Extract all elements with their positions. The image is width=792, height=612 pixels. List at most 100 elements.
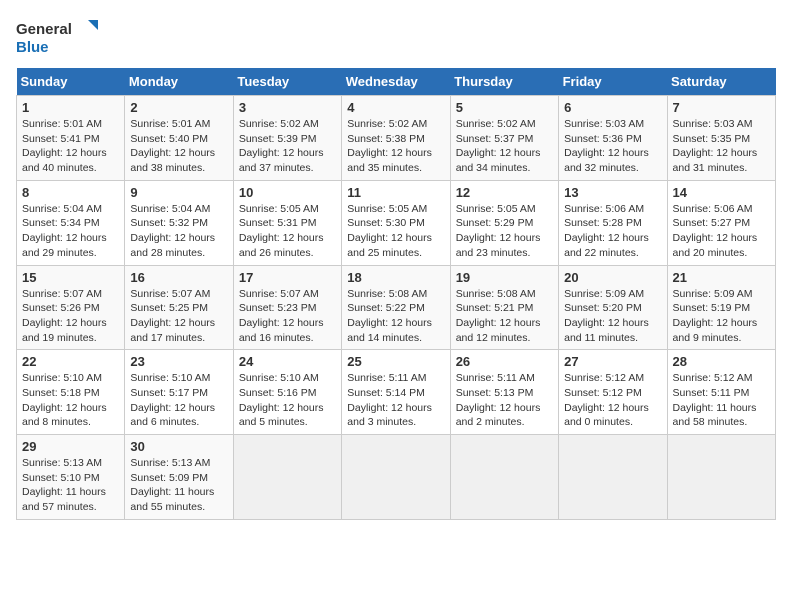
svg-text:Blue: Blue bbox=[16, 39, 49, 56]
logo-svg: General Blue bbox=[16, 16, 106, 58]
day-number: 15 bbox=[22, 270, 119, 285]
calendar-cell: 21Sunrise: 5:09 AMSunset: 5:19 PMDayligh… bbox=[667, 265, 775, 350]
calendar-cell: 24 Sunrise: 5:10 AMSunset: 5:16 PMDayligh… bbox=[233, 350, 341, 435]
calendar-cell: 13 Sunrise: 5:06 AMSunset: 5:28 PMDayligh… bbox=[559, 180, 667, 265]
col-header-monday: Monday bbox=[125, 68, 233, 96]
calendar-cell: 15 Sunrise: 5:07 AMSunset: 5:26 PMDayligh… bbox=[17, 265, 125, 350]
day-number: 4 bbox=[347, 100, 444, 115]
week-row-1: 1 Sunrise: 5:01 AMSunset: 5:41 PMDaylight… bbox=[17, 96, 776, 181]
svg-text:General: General bbox=[16, 21, 72, 38]
calendar-cell: 10 Sunrise: 5:05 AMSunset: 5:31 PMDayligh… bbox=[233, 180, 341, 265]
day-detail: Sunrise: 5:13 AMSunset: 5:10 PMDaylight:… bbox=[22, 457, 106, 513]
day-detail: Sunrise: 5:12 AMSunset: 5:12 PMDaylight:… bbox=[564, 372, 649, 428]
calendar-cell: 29 Sunrise: 5:13 AMSunset: 5:10 PMDayligh… bbox=[17, 435, 125, 520]
calendar-cell: 17 Sunrise: 5:07 AMSunset: 5:23 PMDayligh… bbox=[233, 265, 341, 350]
logo: General Blue bbox=[16, 16, 106, 58]
calendar-cell bbox=[342, 435, 450, 520]
day-number: 11 bbox=[347, 185, 444, 200]
day-detail: Sunrise: 5:13 AMSunset: 5:09 PMDaylight:… bbox=[130, 457, 214, 513]
day-number: 16 bbox=[130, 270, 227, 285]
day-number: 13 bbox=[564, 185, 661, 200]
day-detail: Sunrise: 5:06 AMSunset: 5:27 PMDaylight:… bbox=[673, 203, 758, 259]
day-number: 24 bbox=[239, 354, 336, 369]
calendar-cell: 5 Sunrise: 5:02 AMSunset: 5:37 PMDaylight… bbox=[450, 96, 558, 181]
day-detail: Sunrise: 5:04 AMSunset: 5:34 PMDaylight:… bbox=[22, 203, 107, 259]
day-detail: Sunrise: 5:06 AMSunset: 5:28 PMDaylight:… bbox=[564, 203, 649, 259]
calendar-cell: 3Sunrise: 5:02 AMSunset: 5:39 PMDaylight… bbox=[233, 96, 341, 181]
day-number: 25 bbox=[347, 354, 444, 369]
day-detail: Sunrise: 5:01 AMSunset: 5:40 PMDaylight:… bbox=[130, 118, 215, 174]
calendar-cell: 25 Sunrise: 5:11 AMSunset: 5:14 PMDayligh… bbox=[342, 350, 450, 435]
day-detail: Sunrise: 5:10 AMSunset: 5:17 PMDaylight:… bbox=[130, 372, 215, 428]
week-row-3: 15 Sunrise: 5:07 AMSunset: 5:26 PMDayligh… bbox=[17, 265, 776, 350]
calendar-cell: 8 Sunrise: 5:04 AMSunset: 5:34 PMDaylight… bbox=[17, 180, 125, 265]
calendar-cell: 19 Sunrise: 5:08 AMSunset: 5:21 PMDayligh… bbox=[450, 265, 558, 350]
day-detail: Sunrise: 5:10 AMSunset: 5:16 PMDaylight:… bbox=[239, 372, 324, 428]
calendar-table: SundayMondayTuesdayWednesdayThursdayFrid… bbox=[16, 68, 776, 520]
calendar-cell: 2 Sunrise: 5:01 AMSunset: 5:40 PMDaylight… bbox=[125, 96, 233, 181]
day-detail: Sunrise: 5:09 AMSunset: 5:19 PMDaylight:… bbox=[673, 288, 758, 344]
calendar-cell: 7 Sunrise: 5:03 AMSunset: 5:35 PMDaylight… bbox=[667, 96, 775, 181]
day-number: 22 bbox=[22, 354, 119, 369]
header-row: SundayMondayTuesdayWednesdayThursdayFrid… bbox=[17, 68, 776, 96]
day-detail: Sunrise: 5:07 AMSunset: 5:25 PMDaylight:… bbox=[130, 288, 215, 344]
calendar-cell bbox=[450, 435, 558, 520]
day-number: 2 bbox=[130, 100, 227, 115]
col-header-thursday: Thursday bbox=[450, 68, 558, 96]
calendar-cell bbox=[559, 435, 667, 520]
day-detail: Sunrise: 5:02 AMSunset: 5:38 PMDaylight:… bbox=[347, 118, 432, 174]
col-header-tuesday: Tuesday bbox=[233, 68, 341, 96]
col-header-sunday: Sunday bbox=[17, 68, 125, 96]
day-number: 1 bbox=[22, 100, 119, 115]
calendar-cell bbox=[233, 435, 341, 520]
day-number: 30 bbox=[130, 439, 227, 454]
day-detail: Sunrise: 5:07 AMSunset: 5:26 PMDaylight:… bbox=[22, 288, 107, 344]
col-header-friday: Friday bbox=[559, 68, 667, 96]
calendar-cell: 1 Sunrise: 5:01 AMSunset: 5:41 PMDaylight… bbox=[17, 96, 125, 181]
day-detail: Sunrise: 5:05 AMSunset: 5:29 PMDaylight:… bbox=[456, 203, 541, 259]
day-detail: Sunrise: 5:08 AMSunset: 5:22 PMDaylight:… bbox=[347, 288, 432, 344]
day-number: 8 bbox=[22, 185, 119, 200]
day-number: 9 bbox=[130, 185, 227, 200]
calendar-cell: 4 Sunrise: 5:02 AMSunset: 5:38 PMDaylight… bbox=[342, 96, 450, 181]
calendar-cell bbox=[667, 435, 775, 520]
calendar-cell: 14Sunrise: 5:06 AMSunset: 5:27 PMDayligh… bbox=[667, 180, 775, 265]
day-number: 20 bbox=[564, 270, 661, 285]
col-header-saturday: Saturday bbox=[667, 68, 775, 96]
calendar-cell: 9Sunrise: 5:04 AMSunset: 5:32 PMDaylight… bbox=[125, 180, 233, 265]
day-number: 17 bbox=[239, 270, 336, 285]
day-detail: Sunrise: 5:02 AMSunset: 5:39 PMDaylight:… bbox=[239, 118, 324, 174]
day-detail: Sunrise: 5:01 AMSunset: 5:41 PMDaylight:… bbox=[22, 118, 107, 174]
day-detail: Sunrise: 5:02 AMSunset: 5:37 PMDaylight:… bbox=[456, 118, 541, 174]
day-number: 5 bbox=[456, 100, 553, 115]
day-detail: Sunrise: 5:07 AMSunset: 5:23 PMDaylight:… bbox=[239, 288, 324, 344]
calendar-cell: 22 Sunrise: 5:10 AMSunset: 5:18 PMDayligh… bbox=[17, 350, 125, 435]
day-number: 28 bbox=[673, 354, 770, 369]
calendar-cell: 26 Sunrise: 5:11 AMSunset: 5:13 PMDayligh… bbox=[450, 350, 558, 435]
day-detail: Sunrise: 5:11 AMSunset: 5:13 PMDaylight:… bbox=[456, 372, 541, 428]
day-number: 19 bbox=[456, 270, 553, 285]
day-detail: Sunrise: 5:08 AMSunset: 5:21 PMDaylight:… bbox=[456, 288, 541, 344]
day-number: 27 bbox=[564, 354, 661, 369]
calendar-cell: 30 Sunrise: 5:13 AMSunset: 5:09 PMDayligh… bbox=[125, 435, 233, 520]
calendar-cell: 27 Sunrise: 5:12 AMSunset: 5:12 PMDayligh… bbox=[559, 350, 667, 435]
day-detail: Sunrise: 5:05 AMSunset: 5:30 PMDaylight:… bbox=[347, 203, 432, 259]
day-number: 26 bbox=[456, 354, 553, 369]
day-number: 29 bbox=[22, 439, 119, 454]
day-number: 23 bbox=[130, 354, 227, 369]
day-detail: Sunrise: 5:09 AMSunset: 5:20 PMDaylight:… bbox=[564, 288, 649, 344]
calendar-cell: 18Sunrise: 5:08 AMSunset: 5:22 PMDayligh… bbox=[342, 265, 450, 350]
day-number: 7 bbox=[673, 100, 770, 115]
day-detail: Sunrise: 5:05 AMSunset: 5:31 PMDaylight:… bbox=[239, 203, 324, 259]
day-number: 6 bbox=[564, 100, 661, 115]
day-detail: Sunrise: 5:03 AMSunset: 5:35 PMDaylight:… bbox=[673, 118, 758, 174]
week-row-4: 22 Sunrise: 5:10 AMSunset: 5:18 PMDayligh… bbox=[17, 350, 776, 435]
calendar-cell: 20 Sunrise: 5:09 AMSunset: 5:20 PMDayligh… bbox=[559, 265, 667, 350]
header: General Blue bbox=[16, 16, 776, 58]
day-number: 10 bbox=[239, 185, 336, 200]
day-detail: Sunrise: 5:10 AMSunset: 5:18 PMDaylight:… bbox=[22, 372, 107, 428]
day-detail: Sunrise: 5:11 AMSunset: 5:14 PMDaylight:… bbox=[347, 372, 432, 428]
calendar-cell: 6Sunrise: 5:03 AMSunset: 5:36 PMDaylight… bbox=[559, 96, 667, 181]
calendar-cell: 12Sunrise: 5:05 AMSunset: 5:29 PMDayligh… bbox=[450, 180, 558, 265]
week-row-5: 29 Sunrise: 5:13 AMSunset: 5:10 PMDayligh… bbox=[17, 435, 776, 520]
